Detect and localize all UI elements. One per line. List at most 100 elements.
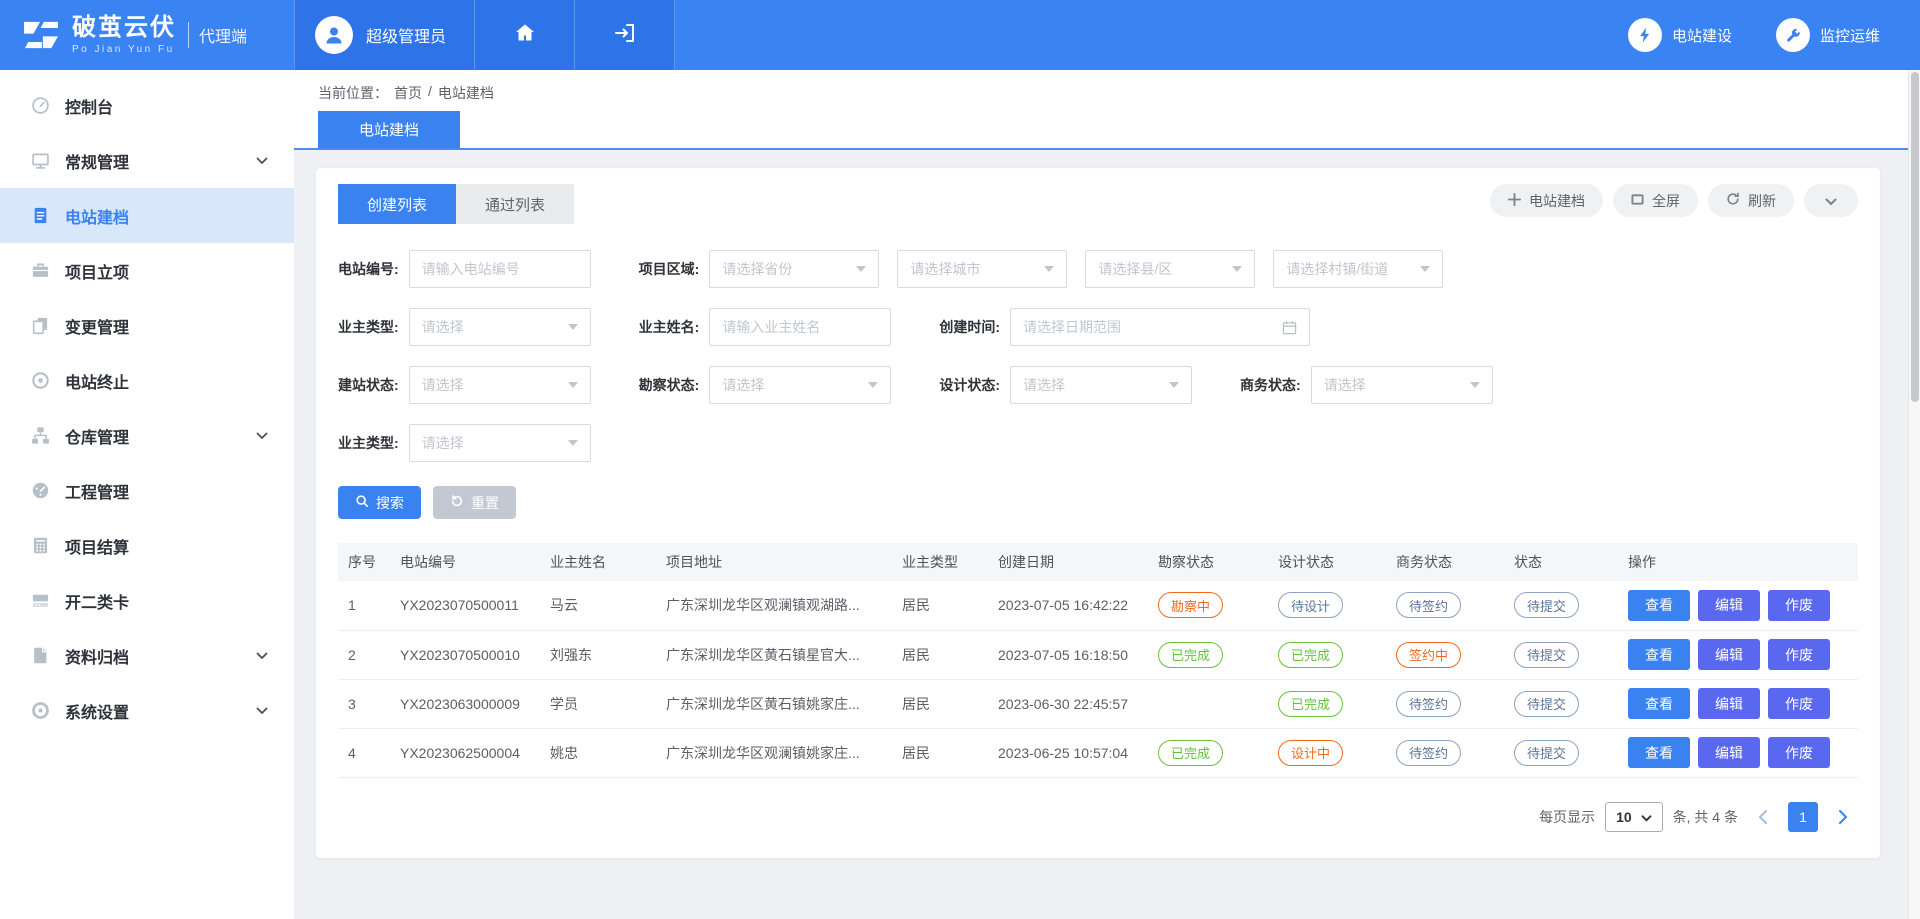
brand: 破茧云伏 Po Jian Yun Fu 代理端 <box>0 0 294 70</box>
filter-field-station-code: 电站编号: <box>338 250 591 288</box>
table-row: 2YX2023070500010刘强东广东深圳龙华区黄石镇星官大...居民202… <box>338 630 1858 679</box>
status-badge: 待提交 <box>1514 691 1579 717</box>
sidebar-item-engineering-management[interactable]: 工程管理 <box>0 463 294 518</box>
tab-pass-list[interactable]: 通过列表 <box>456 184 574 224</box>
filter-field-owner-name: 业主姓名: <box>639 308 892 346</box>
sidebar-item-warehouse-management[interactable]: 仓库管理 <box>0 408 294 463</box>
province-select[interactable]: 请选择省份 <box>709 250 879 288</box>
view-button[interactable]: 查看 <box>1628 590 1690 621</box>
void-button[interactable]: 作废 <box>1768 688 1830 719</box>
brand-logo-icon <box>20 19 62 51</box>
edit-button[interactable]: 编辑 <box>1698 688 1760 719</box>
row-actions: 查看编辑作废 <box>1620 728 1858 777</box>
void-button[interactable]: 作废 <box>1768 590 1830 621</box>
copy-icon <box>30 316 50 335</box>
project-address-cell: 广东深圳龙华区观澜镇姚家庄... <box>658 728 894 777</box>
station-code-cell: YX2023070500011 <box>392 581 542 630</box>
town-select[interactable]: 请选择村镇/街道 <box>1273 250 1443 288</box>
sidebar-item-project-approval[interactable]: 项目立项 <box>0 243 294 298</box>
nav-station-build[interactable]: 电站建设 <box>1628 18 1732 52</box>
caret-down-icon <box>1169 382 1179 388</box>
survey-status-select[interactable]: 请选择 <box>709 366 891 404</box>
scrollbar[interactable] <box>1908 70 1920 919</box>
station-code-input[interactable] <box>409 250 591 288</box>
sidebar-item-project-settlement[interactable]: 项目结算 <box>0 518 294 573</box>
reset-button[interactable]: 重置 <box>433 486 516 519</box>
business-status-cell: 待签约 <box>1388 728 1506 777</box>
sidebar-item-data-archive[interactable]: 资料归档 <box>0 628 294 683</box>
dashboard-icon <box>30 96 50 115</box>
survey-status-cell: 已完成 <box>1150 630 1270 679</box>
target-icon <box>30 371 50 390</box>
void-button[interactable]: 作废 <box>1768 639 1830 670</box>
owner-type-2-select[interactable]: 请选择 <box>409 424 591 462</box>
district-select[interactable]: 请选择县/区 <box>1085 250 1255 288</box>
logout-icon <box>613 21 637 50</box>
sidebar-item-station-archive[interactable]: 电站建档 <box>0 188 294 243</box>
void-button[interactable]: 作废 <box>1768 737 1830 768</box>
build-status-select[interactable]: 请选择 <box>409 366 591 404</box>
view-button[interactable]: 查看 <box>1628 639 1690 670</box>
sidebar-item-console[interactable]: 控制台 <box>0 78 294 133</box>
caret-down-icon <box>856 266 866 272</box>
status-cell: 待提交 <box>1506 581 1620 630</box>
edit-button[interactable]: 编辑 <box>1698 590 1760 621</box>
sidebar-item-change-management[interactable]: 变更管理 <box>0 298 294 353</box>
owner-name-cell: 马云 <box>542 581 658 630</box>
next-page-button[interactable] <box>1828 802 1858 832</box>
breadcrumb-label: 当前位置： <box>318 83 388 103</box>
user-menu[interactable]: 超级管理员 <box>294 0 475 70</box>
view-button[interactable]: 查看 <box>1628 688 1690 719</box>
page-size-select[interactable]: 10 <box>1605 802 1663 832</box>
owner-name-input[interactable] <box>709 308 891 346</box>
sidebar-item-label: 电站终止 <box>65 369 129 393</box>
add-station-button[interactable]: 电站建档 <box>1490 184 1603 217</box>
search-button[interactable]: 搜索 <box>338 486 421 519</box>
scrollbar-thumb[interactable] <box>1911 72 1919 402</box>
survey-status-cell <box>1150 679 1270 728</box>
lightning-icon <box>1628 18 1662 52</box>
prev-page-button[interactable] <box>1748 802 1778 832</box>
tab-create-list[interactable]: 创建列表 <box>338 184 456 224</box>
created-range-date-picker[interactable]: 请选择日期范围 <box>1010 308 1310 346</box>
list-card: 创建列表 通过列表 电站建档 全屏 刷新 <box>316 168 1880 858</box>
page-number-1[interactable]: 1 <box>1788 802 1818 832</box>
filter-field-district: 请选择县/区 <box>1085 250 1255 288</box>
filter-field-town: 请选择村镇/街道 <box>1273 250 1443 288</box>
topbar-right-nav: 电站建设 监控运维 <box>1628 18 1920 52</box>
business-status-select[interactable]: 请选择 <box>1311 366 1493 404</box>
city-select[interactable]: 请选择城市 <box>897 250 1067 288</box>
nav-monitor-ops[interactable]: 监控运维 <box>1776 18 1880 52</box>
sidebar-item-general-management[interactable]: 常规管理 <box>0 133 294 188</box>
refresh-button[interactable]: 刷新 <box>1708 184 1794 217</box>
created-date-cell: 2023-06-30 22:45:57 <box>990 679 1150 728</box>
sidebar-item-station-termination[interactable]: 电站终止 <box>0 353 294 408</box>
status-badge: 已完成 <box>1278 642 1343 668</box>
main-area: 当前位置： 首页 / 电站建档 电站建档 创建列表 通过列表 电站建档 <box>294 0 1908 858</box>
chevron-down-icon <box>1641 809 1652 825</box>
design-status-cell: 设计中 <box>1270 728 1388 777</box>
sitemap-icon <box>30 426 50 445</box>
gauge-icon <box>30 481 50 500</box>
edit-button[interactable]: 编辑 <box>1698 737 1760 768</box>
status-badge: 已完成 <box>1278 691 1343 717</box>
edit-button[interactable]: 编辑 <box>1698 639 1760 670</box>
filter-field-province: 项目区域:请选择省份 <box>639 250 880 288</box>
collapse-toolbar-button[interactable] <box>1804 184 1858 217</box>
view-button[interactable]: 查看 <box>1628 737 1690 768</box>
document-icon <box>30 206 50 225</box>
owner-type-select[interactable]: 请选择 <box>409 308 591 346</box>
breadcrumb-current: 电站建档 <box>438 83 494 103</box>
sidebar-item-second-class-card[interactable]: 开二类卡 <box>0 573 294 628</box>
logout-button[interactable] <box>575 0 675 70</box>
fullscreen-button[interactable]: 全屏 <box>1613 184 1698 217</box>
sidebar-item-system-settings[interactable]: 系统设置 <box>0 683 294 738</box>
page-tab-station-archive[interactable]: 电站建档 <box>318 111 460 148</box>
breadcrumb-home[interactable]: 首页 <box>394 83 422 103</box>
design-status-select[interactable]: 请选择 <box>1010 366 1192 404</box>
station-code-cell: YX2023063000009 <box>392 679 542 728</box>
row-actions: 查看编辑作废 <box>1620 581 1858 630</box>
fullscreen-label: 全屏 <box>1652 191 1680 211</box>
home-button[interactable] <box>475 0 575 70</box>
filter-field-survey-status: 勘察状态:请选择 <box>639 366 892 404</box>
